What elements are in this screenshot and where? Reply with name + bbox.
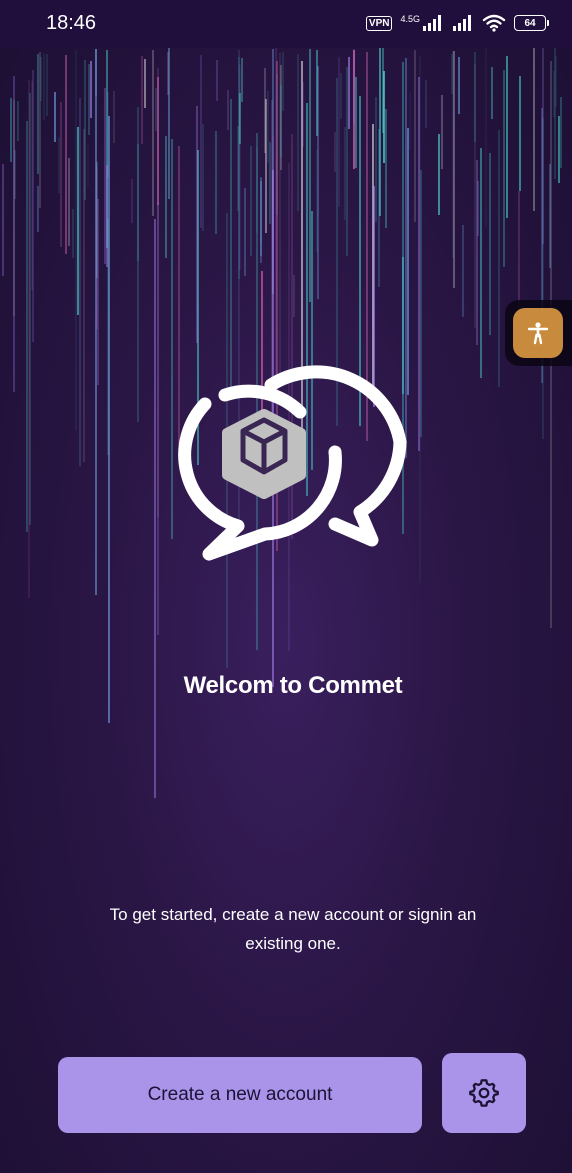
status-time: 18:46 <box>46 12 97 34</box>
welcome-subtitle: To get started, create a new account or … <box>109 905 477 953</box>
signal-bars-icon <box>453 15 471 31</box>
welcome-title: Welcom to Commet <box>183 672 403 699</box>
status-icons: VPN 4.5G 64 <box>365 10 549 36</box>
create-account-button[interactable]: Create a new account <box>58 1057 422 1133</box>
background-rain-effect <box>2 48 562 798</box>
battery-level: 64 <box>524 17 536 29</box>
chat-bubbles-cube-logo <box>178 365 407 561</box>
accessibility-button[interactable] <box>513 308 563 358</box>
vpn-badge: VPN <box>365 15 393 31</box>
gear-icon <box>469 1079 499 1107</box>
signal-bars-icon <box>423 15 441 31</box>
battery-indicator: 64 <box>514 15 549 31</box>
accessibility-floating-bubble[interactable] <box>505 300 572 366</box>
create-account-label: Create a new account <box>147 1084 333 1105</box>
status-bar: 18:46 VPN 4.5G 64 <box>0 0 572 48</box>
network-type-label: 4.5G <box>400 13 420 24</box>
wifi-icon <box>482 14 506 32</box>
settings-button[interactable] <box>442 1053 526 1133</box>
welcome-screen: 18:46 VPN 4.5G 64 Welcom to Commet To ge… <box>0 0 572 1173</box>
accessibility-person-icon <box>527 322 549 345</box>
